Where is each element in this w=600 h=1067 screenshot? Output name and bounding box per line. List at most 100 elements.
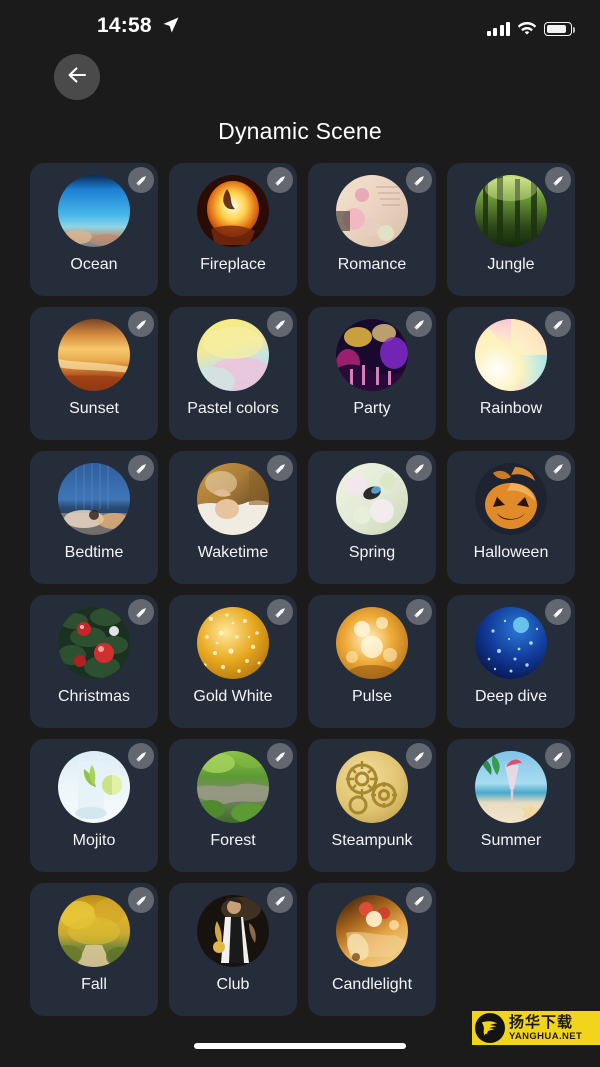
orange-beach-sunset-photo [58, 319, 130, 391]
edit-scene-button[interactable] [406, 599, 432, 625]
beach-cocktail-starfish-photo [475, 751, 547, 823]
candles-warm-glow-photo [336, 895, 408, 967]
underwater-coral-reef-photo [58, 175, 130, 247]
edit-scene-button[interactable] [267, 887, 293, 913]
scene-label: Pulse [351, 688, 393, 705]
scene-label: Fall [81, 976, 107, 993]
pencil-edit-icon [412, 749, 427, 764]
sunlit-jungle-trees-photo [475, 175, 547, 247]
scene-label: Romance [337, 256, 407, 273]
scene-label: Halloween [473, 544, 549, 561]
scene-label: Gold White [193, 688, 273, 705]
scene-card[interactable]: Mojito [30, 739, 158, 872]
edit-scene-button[interactable] [128, 599, 154, 625]
pencil-edit-icon [134, 749, 149, 764]
home-indicator[interactable] [194, 1043, 406, 1049]
brass-gears-photo [336, 751, 408, 823]
edit-scene-button[interactable] [545, 743, 571, 769]
edit-scene-button[interactable] [128, 311, 154, 337]
scene-label: Fireplace [200, 256, 266, 273]
scene-label: Bedtime [64, 544, 124, 561]
pencil-edit-icon [273, 317, 288, 332]
status-bar: 14:58 [0, 0, 600, 52]
arrow-left-icon [65, 63, 89, 92]
battery-icon [544, 22, 575, 36]
edit-scene-button[interactable] [128, 887, 154, 913]
autumn-tree-lined-path-photo [58, 895, 130, 967]
scene-card[interactable]: Party [308, 307, 436, 440]
gold-glitter-texture [197, 607, 269, 679]
scene-label: Rainbow [479, 400, 543, 417]
pencil-edit-icon [273, 461, 288, 476]
scene-label: Christmas [57, 688, 130, 705]
edit-scene-button[interactable] [267, 743, 293, 769]
edit-scene-button[interactable] [128, 743, 154, 769]
scene-card[interactable]: Christmas [30, 595, 158, 728]
watermark: 扬华下载 YANGHUA.NET [472, 1011, 600, 1045]
edit-scene-button[interactable] [406, 887, 432, 913]
scene-card[interactable]: Fireplace [169, 163, 297, 296]
scene-label: Pastel colors [187, 400, 279, 417]
edit-scene-button[interactable] [545, 455, 571, 481]
pencil-edit-icon [412, 893, 427, 908]
edit-scene-button[interactable] [545, 311, 571, 337]
scene-card[interactable]: Gold White [169, 595, 297, 728]
scene-grid: Ocean Fireplace Romance Jungle Sunset Pa… [30, 163, 575, 1016]
scene-card[interactable]: Sunset [30, 307, 158, 440]
yanghua-phoenix-logo [475, 1013, 505, 1043]
carved-pumpkin-photo [475, 463, 547, 535]
edit-scene-button[interactable] [267, 167, 293, 193]
scene-card[interactable]: Spring [308, 451, 436, 584]
edit-scene-button[interactable] [406, 311, 432, 337]
scene-card[interactable]: Romance [308, 163, 436, 296]
pencil-edit-icon [134, 317, 149, 332]
status-indicators [486, 16, 575, 36]
scene-card[interactable]: Jungle [447, 163, 575, 296]
scene-card[interactable]: Club [169, 883, 297, 1016]
scene-card[interactable]: Rainbow [447, 307, 575, 440]
edit-scene-button[interactable] [128, 167, 154, 193]
scene-label: Sunset [69, 400, 119, 417]
concert-crowd-lights-photo [336, 319, 408, 391]
status-time: 14:58 [97, 14, 152, 37]
edit-scene-button[interactable] [267, 599, 293, 625]
pencil-edit-icon [551, 605, 566, 620]
scene-card[interactable]: Waketime [169, 451, 297, 584]
sleeping-in-dim-bedroom-photo [58, 463, 130, 535]
edit-scene-button[interactable] [406, 743, 432, 769]
scene-card[interactable]: Forest [169, 739, 297, 872]
pencil-edit-icon [412, 605, 427, 620]
scene-card[interactable]: Candlelight [308, 883, 436, 1016]
watermark-cn: 扬华下载 [509, 1013, 574, 1031]
edit-scene-button[interactable] [267, 455, 293, 481]
pencil-edit-icon [134, 605, 149, 620]
scene-card[interactable]: Ocean [30, 163, 158, 296]
edit-scene-button[interactable] [406, 455, 432, 481]
scene-label: Club [216, 976, 250, 993]
rainbow-conic-gradient-swatch [475, 319, 547, 391]
scene-card[interactable]: Pastel colors [169, 307, 297, 440]
back-button[interactable] [54, 54, 100, 100]
pencil-edit-icon [412, 461, 427, 476]
scene-card[interactable]: Steampunk [308, 739, 436, 872]
watermark-en: YANGHUA.NET [509, 1030, 583, 1042]
mossy-forest-stream-photo [197, 751, 269, 823]
edit-scene-button[interactable] [545, 599, 571, 625]
edit-scene-button[interactable] [128, 455, 154, 481]
scene-card[interactable]: Pulse [308, 595, 436, 728]
scene-card[interactable]: Halloween [447, 451, 575, 584]
scene-card[interactable]: Fall [30, 883, 158, 1016]
edit-scene-button[interactable] [267, 311, 293, 337]
scene-card[interactable]: Deep dive [447, 595, 575, 728]
red-baubles-on-tree-photo [58, 607, 130, 679]
scene-label: Steampunk [331, 832, 413, 849]
edit-scene-button[interactable] [406, 167, 432, 193]
scene-label: Mojito [72, 832, 116, 849]
scene-card[interactable]: Bedtime [30, 451, 158, 584]
pencil-edit-icon [134, 461, 149, 476]
scene-card[interactable]: Summer [447, 739, 575, 872]
scene-label: Candlelight [331, 976, 413, 993]
edit-scene-button[interactable] [545, 167, 571, 193]
scene-label: Forest [210, 832, 256, 849]
pencil-edit-icon [273, 749, 288, 764]
